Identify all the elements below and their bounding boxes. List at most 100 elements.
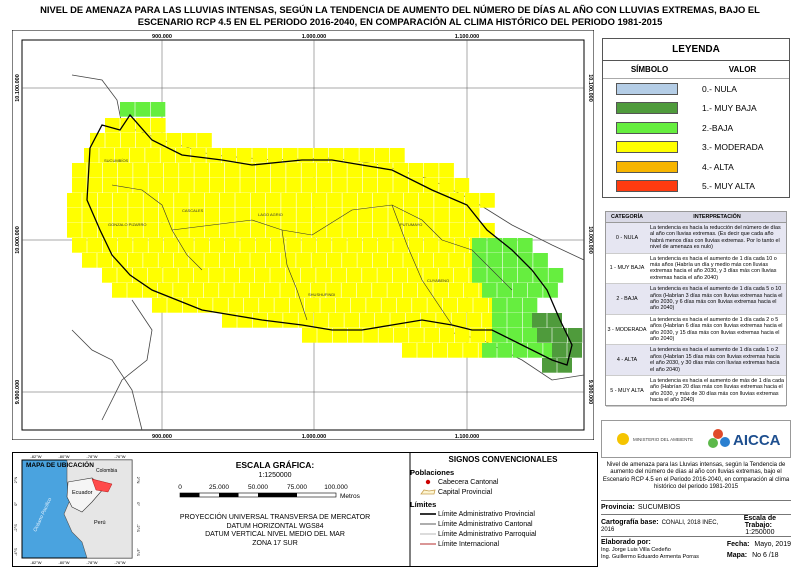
- scale-label: Escala de Trabajo:: [743, 515, 777, 529]
- grid-cell: [517, 268, 533, 283]
- svg-text:-78°W: -78°W: [86, 560, 97, 565]
- sign-limit-prov: Límite Administrativo Provincial: [418, 509, 596, 519]
- made-by-label: Elaborado por:: [601, 539, 651, 546]
- grid-cell: [112, 208, 128, 223]
- y-tick-10100000-right: 10.100.000: [587, 74, 593, 102]
- grid-cell: [342, 223, 358, 238]
- grid-cell: [220, 193, 235, 208]
- grid-cell: [166, 133, 182, 148]
- grid-cell: [67, 223, 82, 238]
- grid-cell: [174, 223, 189, 238]
- grid-cell: [356, 283, 372, 298]
- grid-cell: [133, 238, 148, 253]
- grid-cell: [150, 118, 166, 133]
- grid-cell: [204, 253, 220, 268]
- legend-item: 4.- ALTA: [603, 157, 789, 177]
- projection-line-2: DATUM HORIZONTAL WGS84: [226, 522, 324, 530]
- grid-cell: [557, 358, 572, 373]
- grid-cell: [412, 298, 427, 313]
- line-intl-icon: [420, 543, 436, 545]
- grid-cell: [112, 283, 127, 298]
- grid-cell: [305, 298, 320, 313]
- svg-text:2°N: 2°N: [13, 477, 18, 484]
- grid-cell: [439, 178, 454, 193]
- grid-cell: [362, 268, 377, 283]
- grid-cell: [148, 238, 164, 253]
- grid-cell: [255, 178, 271, 193]
- grid-cell: [189, 253, 204, 268]
- legend-value: 5.- MUY ALTA: [702, 181, 755, 192]
- x-tick-900000-top: 900.000: [152, 34, 172, 40]
- grid-cell: [301, 178, 317, 193]
- grid-cell: [237, 148, 252, 163]
- grid-cell: [417, 343, 432, 358]
- legend-value: 2.-BAJA: [702, 122, 734, 133]
- grid-cell: [255, 268, 270, 283]
- grid-cell: [408, 178, 424, 193]
- grid-cell: [482, 343, 497, 358]
- grid-cell: [331, 268, 347, 283]
- grid-cell: [301, 163, 317, 178]
- grid-cell: [296, 208, 312, 223]
- grid-cell: [194, 178, 210, 193]
- grid-cell: [453, 268, 469, 283]
- grid-cell: [439, 238, 454, 253]
- grid-cell: [117, 178, 133, 193]
- scale-ratio: 1:1250000: [258, 472, 292, 479]
- grid-cell: [280, 283, 295, 298]
- grid-cell: [280, 253, 296, 268]
- grid-cell: [67, 193, 82, 208]
- grid-cell: [532, 313, 547, 328]
- grid-cell: [274, 298, 290, 313]
- grid-cell: [225, 163, 240, 178]
- grid-cell: [439, 328, 455, 343]
- made-by-1: Ing. Jorge Luis Villa Cedeño: [601, 547, 671, 553]
- grid-cell: [102, 163, 118, 178]
- grid-cell: [433, 253, 449, 268]
- grid-cell: [433, 283, 448, 298]
- interp-row: 1 - MUY BAJA La tendencia es hacia el aum…: [606, 254, 786, 285]
- grid-cell: [194, 238, 210, 253]
- grid-cell: [132, 268, 148, 283]
- grid-cell: [372, 253, 388, 268]
- interp-category: 0 - NULA: [615, 234, 639, 241]
- grid-cell: [327, 193, 342, 208]
- grid-cell: [148, 178, 164, 193]
- grid-cell: [344, 148, 359, 163]
- grid-cell: [281, 193, 296, 208]
- grid-cell: [537, 328, 552, 343]
- grid-cell: [219, 253, 235, 268]
- grid-cell: [82, 208, 97, 223]
- grid-cell: [378, 238, 393, 253]
- grid-cell: [507, 313, 522, 328]
- legend-swatch: [615, 102, 678, 115]
- svg-text:AICCA: AICCA: [733, 432, 781, 449]
- grid-cell: [427, 298, 443, 313]
- grid-cell: [432, 343, 448, 358]
- projection-line-3: DATUM VERTICAL NIVEL MEDIO DEL MAR: [205, 531, 345, 539]
- interp-text: La tendencia es hacia el aumento de 1 dí…: [650, 316, 783, 342]
- svg-text:-80°W: -80°W: [58, 560, 69, 565]
- grid-cell: [102, 268, 117, 283]
- grid-cell: [357, 223, 373, 238]
- grid-cell: [204, 193, 220, 208]
- grid-cell: [487, 268, 502, 283]
- grid-cell: [112, 253, 128, 268]
- grid-cell: [237, 313, 252, 328]
- canton-label-cuyabeno: CUYABENO: [427, 278, 449, 283]
- grid-cell: [147, 268, 163, 283]
- grid-cell: [163, 163, 179, 178]
- legend-swatch: [615, 180, 678, 193]
- svg-text:2°N: 2°N: [136, 477, 140, 484]
- grid-cell: [133, 178, 148, 193]
- svg-text:-82°W: -82°W: [30, 454, 41, 459]
- grid-cell: [393, 178, 408, 193]
- grid-cell: [173, 283, 188, 298]
- x-tick-900000-bottom: 900.000: [152, 434, 172, 440]
- grid-cell: [206, 148, 222, 163]
- legend-item: 3.- MODERADA: [603, 138, 789, 158]
- grid-cell: [392, 268, 408, 283]
- svg-text:-78°W: -78°W: [86, 454, 97, 459]
- grid-cell: [158, 223, 174, 238]
- grid-cell: [464, 208, 480, 223]
